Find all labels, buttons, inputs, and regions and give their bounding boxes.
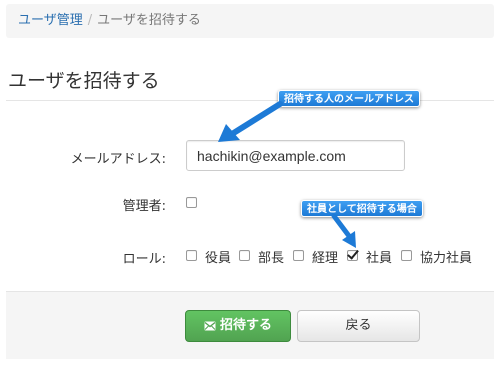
form-actions: 招待する 戻る <box>6 291 494 359</box>
breadcrumb: ユーザ管理 / ユーザを招待する <box>6 4 494 38</box>
back-button[interactable]: 戻る <box>297 310 420 342</box>
page-title: ユーザを招待する <box>8 70 160 92</box>
role-checkbox-manager[interactable] <box>239 250 250 261</box>
invite-user-page: ユーザ管理 / ユーザを招待する ユーザを招待する メールアドレス: 管理者: ロー… <box>0 0 494 368</box>
role-label-partner[interactable]: 協力社員 <box>420 247 472 266</box>
role-label-manager[interactable]: 部長 <box>258 247 284 266</box>
role-callout-arrow <box>331 213 356 248</box>
breadcrumb-current: ユーザを招待する <box>97 13 201 28</box>
role-checkbox-officer[interactable] <box>186 250 197 261</box>
email-label: メールアドレス: <box>70 152 166 167</box>
admin-label: 管理者: <box>122 199 166 214</box>
role-label: ロール: <box>122 252 166 267</box>
envelope-icon <box>204 321 216 331</box>
invite-button[interactable]: 招待する <box>185 310 291 342</box>
role-label-employee[interactable]: 社員 <box>366 247 392 266</box>
breadcrumb-separator: / <box>87 13 93 28</box>
email-callout-arrow <box>218 101 283 142</box>
admin-checkbox[interactable] <box>186 197 197 208</box>
role-label-officer[interactable]: 役員 <box>205 247 231 266</box>
role-checkbox-accounting[interactable] <box>293 250 304 261</box>
role-checkbox-employee[interactable] <box>347 250 358 261</box>
breadcrumb-link-user-management[interactable]: ユーザ管理 <box>18 13 83 28</box>
email-callout: 招待する人のメールアドレス <box>278 90 420 107</box>
invite-button-label: 招待する <box>219 318 272 333</box>
role-checkbox-partner[interactable] <box>401 250 412 261</box>
